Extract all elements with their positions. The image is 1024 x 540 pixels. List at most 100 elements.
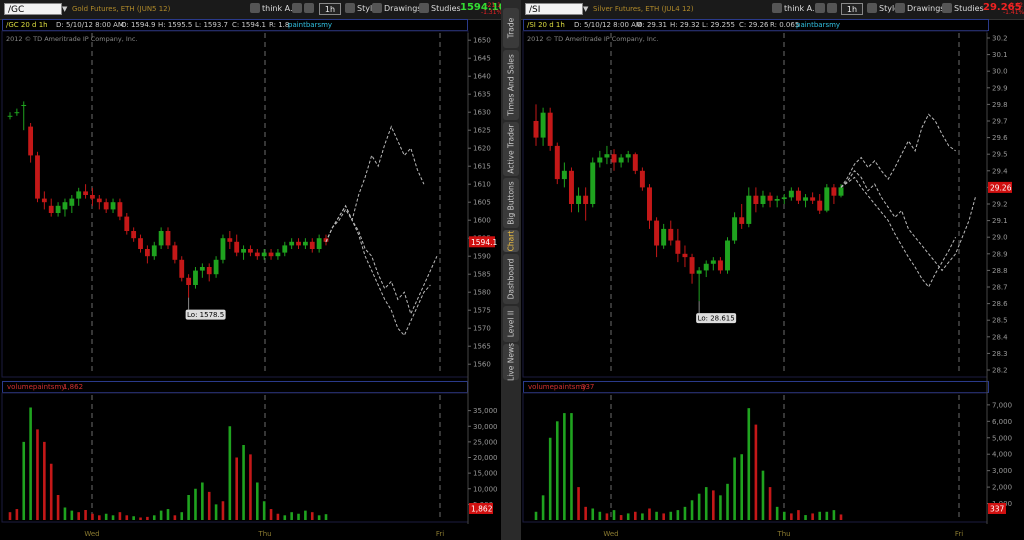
volume-bar [839,514,843,520]
volume-bar [754,424,758,520]
candle-body [767,195,773,201]
volume-tick-label: 20,000 [473,454,498,462]
tab-label: Times And Sales [506,54,516,116]
volume-bar [697,493,701,520]
volume-bar [166,509,170,520]
candle-body [725,240,730,271]
volume-bar [228,426,232,520]
volume-bar [63,507,67,520]
price-tick-label: 29.4 [992,167,1008,175]
volume-bar [269,509,273,520]
volume-bar [152,515,156,520]
volume-tick-label: 3,000 [992,467,1012,475]
candle-body [110,202,116,210]
volume-bar [747,408,751,520]
volume-bar [712,490,715,520]
volume-bar [91,513,94,520]
projection-path [840,113,956,188]
candle-body [732,217,738,241]
candle-body [590,162,596,204]
tab-big-buttons[interactable]: Big Buttons [503,178,519,228]
candle-body [14,112,20,114]
volume-bar [726,483,729,520]
candle-body [55,205,61,213]
candle-body [103,202,109,210]
tab-trade[interactable]: Trade [503,8,519,48]
candle-body [151,245,157,257]
volume-bar [811,513,814,520]
volume-bar [139,517,142,520]
candle-body [597,157,603,163]
tab-chart[interactable]: Chart [503,230,519,252]
tab-label: Trade [506,17,516,39]
volume-bar [256,482,259,520]
candle-body [561,170,567,180]
tab-dashboard[interactable]: Dashboard [503,254,519,304]
candle-body [261,252,267,257]
tab-times-and-sales[interactable]: Times And Sales [503,50,519,120]
gold-price-chart[interactable]: Wed Thu Fri 1560 1565 1570 1575 1580 1585 1590 159… [0,0,501,540]
volume-bar [104,513,108,520]
gold-chart-panel: /GC ▼ Gold Futures, ETH (JUN5 12) think … [0,0,506,540]
volume-bar [832,510,836,520]
price-tick-label: 1600 [473,217,491,225]
tab-active-trader[interactable]: Active Trader [503,122,519,176]
candle-body [289,241,295,246]
tab-live-news[interactable]: Live News [503,343,519,381]
price-tick-label: 29.2 [992,201,1008,209]
candle-body [206,267,212,275]
price-tick-label: 1560 [473,361,491,369]
candle-body [611,154,617,163]
volume-bar [612,510,616,520]
candle-body [213,259,219,275]
volume-bar [768,487,772,520]
volume-bar [324,514,328,520]
volume-bar [132,516,135,520]
candle-body [639,170,645,188]
volume-bar [655,511,658,520]
price-badge-label: 29.26 [990,183,1012,192]
price-tick-label: 28.2 [992,367,1008,375]
day-label: Thu [257,530,271,538]
volume-bar [242,445,245,520]
price-tick-label: 1575 [473,307,491,315]
candle-body [668,228,674,241]
candle-body [199,267,205,271]
candle-body [824,187,830,211]
candle-body [576,195,582,204]
volume-bar [235,457,238,520]
candle-body [179,259,185,278]
projection-path [325,204,438,316]
candle-body [547,112,553,146]
volume-bar [662,513,665,520]
candle-body [788,190,794,198]
volume-bar [563,413,566,520]
price-tick-label: 1650 [473,37,491,45]
silver-chart-panel: /SI ▼ Silver Futures, ETH (JUL4 12) thin… [521,0,1024,540]
volume-bar [619,515,623,520]
candle-body [838,187,844,196]
volume-bar [297,513,300,520]
price-tick-label: 28.4 [992,333,1008,341]
volume-bar [719,495,722,520]
candle-body [158,231,164,246]
price-tick-label: 29.1 [992,217,1008,225]
tab-level-ii[interactable]: Level II [503,306,519,342]
volume-bar [804,515,807,520]
price-tick-label: 1615 [473,163,491,171]
price-tick-label: 28.8 [992,267,1008,275]
candle-body [220,238,226,260]
volume-bar [555,421,559,520]
volume-bar [825,511,829,520]
silver-price-chart[interactable]: Wed Thu Fri 28.2 28.3 28.4 28.5 28.6 28.7 28.8 28.… [521,0,1024,540]
volume-bar [733,457,736,520]
volume-bar [790,513,793,520]
candle-body [717,260,723,271]
candle-body [696,270,702,274]
candle-body [781,197,787,200]
candle-body [268,252,274,257]
volume-bar [22,441,26,520]
candle-body [689,257,695,274]
volume-bar [276,513,280,520]
volume-bar [249,454,252,520]
